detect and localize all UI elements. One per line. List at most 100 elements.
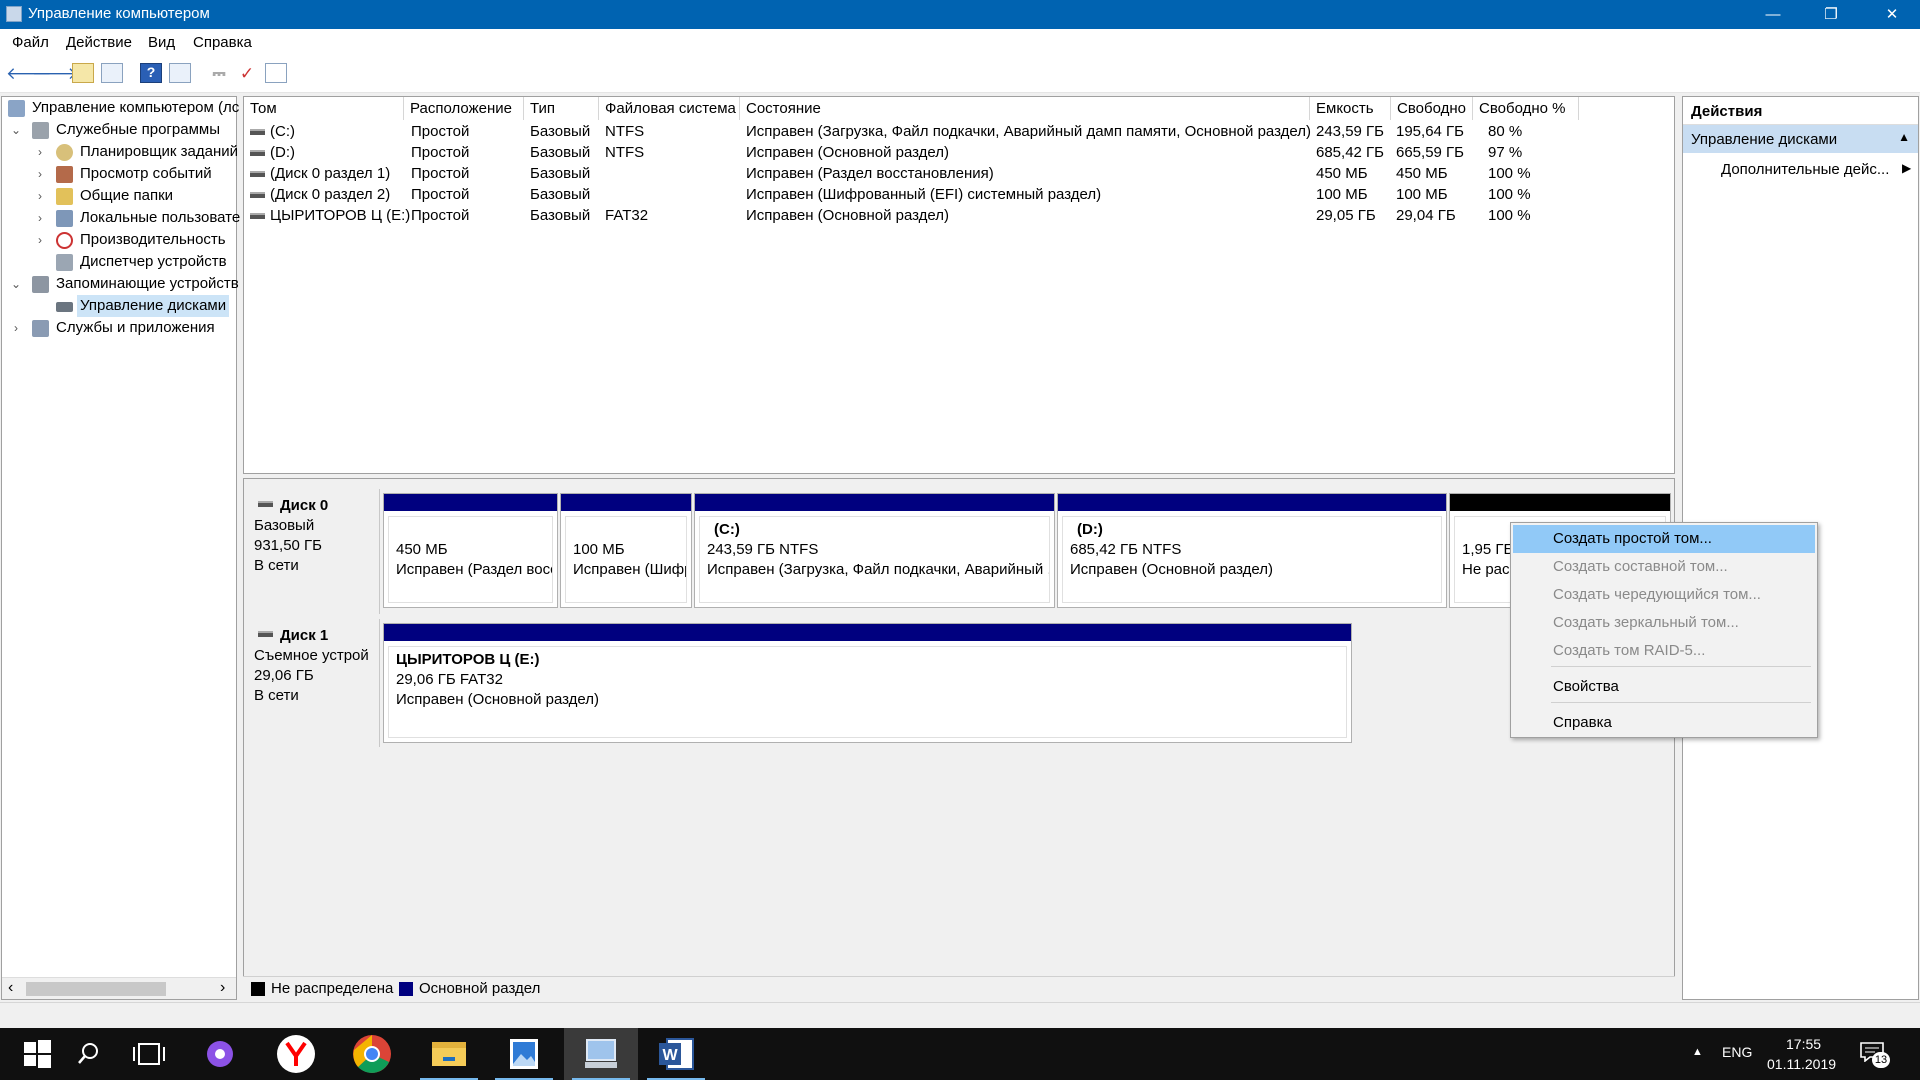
partition-d[interactable]: (D:) 685,42 ГБ NTFS Исправен (Основной р… [1057, 493, 1447, 608]
legend-swatch-unallocated [251, 982, 265, 996]
scroll-thumb[interactable] [26, 982, 166, 996]
photos-icon [510, 1039, 538, 1069]
computer-management-button[interactable] [564, 1028, 638, 1080]
expand-icon[interactable]: › [34, 229, 46, 251]
disk-name: Диск 0 [280, 497, 329, 514]
legend-swatch-primary [399, 982, 413, 996]
storage-icon [32, 276, 49, 293]
file-explorer-button[interactable] [412, 1028, 486, 1080]
partition-bar [1058, 494, 1446, 511]
expand-icon[interactable]: › [34, 185, 46, 207]
disk-1-header[interactable]: Диск 1 Съемное устрой 29,06 ГБ В сети [244, 619, 380, 747]
menu-create-striped-volume[interactable]: Создать чередующийся том... [1513, 581, 1815, 609]
back-arrow-icon[interactable]: 🡐 [6, 63, 52, 85]
menu-help[interactable]: Справка [1513, 709, 1815, 737]
expand-icon[interactable]: ⌄ [10, 119, 22, 141]
context-menu: Создать простой том... Создать составной… [1510, 522, 1818, 738]
disk-graphical-view: Диск 0 Базовый 931,50 ГБ В сети 450 МБ И… [243, 478, 1675, 998]
task-view-button[interactable] [112, 1028, 186, 1080]
status-bar [0, 1002, 1920, 1028]
volume-list: Том Расположение Тип Файловая система Со… [243, 96, 1675, 474]
menu-create-simple-volume[interactable]: Создать простой том... [1513, 525, 1815, 553]
show-hidden-icons[interactable]: ▲ [1692, 1046, 1703, 1058]
disk-size: 29,06 ГБ [254, 667, 314, 684]
expand-icon[interactable]: › [34, 163, 46, 185]
properties-icon[interactable] [169, 63, 191, 83]
alice-button[interactable] [183, 1028, 257, 1080]
title-bar: Управление компьютером — ❐ ✕ [0, 0, 1920, 29]
column-header-layout[interactable]: Расположение [404, 97, 524, 120]
table-row[interactable]: (Диск 0 раздел 2) Простой Базовый Исправ… [244, 186, 1674, 207]
shared-folder-icon [56, 188, 73, 205]
expand-icon[interactable]: › [34, 207, 46, 229]
menu-help[interactable]: Справка [193, 34, 252, 51]
menu-properties[interactable]: Свойства [1513, 673, 1815, 701]
menu-create-spanned-volume[interactable]: Создать составной том... [1513, 553, 1815, 581]
connect-icon[interactable]: ⎓ [208, 63, 230, 85]
scroll-left-icon[interactable]: ‹ [8, 979, 13, 997]
legend-label: Основной раздел [419, 980, 541, 997]
expand-icon[interactable]: › [10, 317, 22, 339]
menu-view[interactable]: Вид [148, 34, 175, 51]
partition-disk0-efi[interactable]: 100 МБ Исправен (Шифр [560, 493, 692, 608]
photos-button[interactable] [487, 1028, 561, 1080]
expand-icon[interactable]: › [34, 141, 46, 163]
menu-file[interactable]: Файл [12, 34, 49, 51]
expand-icon[interactable]: ⌄ [10, 273, 22, 295]
column-header-capacity[interactable]: Емкость [1310, 97, 1391, 120]
disk-status: В сети [254, 687, 299, 704]
column-header-free[interactable]: Свободно [1391, 97, 1473, 120]
disk-name: Диск 1 [280, 627, 329, 644]
partition-disk0-recovery[interactable]: 450 МБ Исправен (Раздел восс [383, 493, 558, 608]
minimize-button[interactable]: — [1745, 0, 1801, 29]
show-tree-icon[interactable] [101, 63, 123, 83]
submenu-arrow-icon: ▶ [1902, 161, 1912, 175]
language-indicator[interactable]: ENG [1722, 1044, 1752, 1060]
table-row[interactable]: (D:) Простой Базовый NTFS Исправен (Осно… [244, 144, 1674, 165]
legend: Не распределена Основной раздел [243, 976, 1675, 1000]
check-icon[interactable]: ✓ [236, 63, 258, 85]
tree-horizontal-scrollbar[interactable]: ‹ › [2, 977, 236, 999]
menu-create-raid5-volume[interactable]: Создать том RAID-5... [1513, 637, 1815, 665]
yandex-browser-button[interactable] [259, 1028, 333, 1080]
table-row[interactable]: (C:) Простой Базовый NTFS Исправен (Загр… [244, 123, 1674, 144]
help-icon[interactable]: ? [140, 63, 162, 83]
menu-action[interactable]: Действие [66, 34, 132, 51]
forward-arrow-icon[interactable]: 🡒 [32, 63, 78, 85]
column-header-type[interactable]: Тип [524, 97, 599, 120]
clock-time[interactable]: 17:55 [1786, 1036, 1821, 1052]
up-folder-icon[interactable] [72, 63, 94, 83]
word-button[interactable]: W [639, 1028, 713, 1080]
actions-header: Действия [1683, 97, 1918, 125]
column-header-filesystem[interactable]: Файловая система [599, 97, 740, 120]
services-icon [32, 320, 49, 337]
actions-section-disk-management[interactable]: Управление дисками ▲ [1683, 125, 1918, 153]
partition-bar [561, 494, 691, 511]
partition-c[interactable]: (C:) 243,59 ГБ NTFS Исправен (Загрузка, … [694, 493, 1055, 608]
restore-button[interactable]: ❐ [1803, 0, 1859, 29]
partition-e[interactable]: ЦЫРИТОРОВ Ц (E:) 29,06 ГБ FAT32 Исправен… [383, 623, 1352, 743]
column-header-status[interactable]: Состояние [740, 97, 1310, 120]
list-icon[interactable] [265, 63, 287, 83]
scroll-right-icon[interactable]: › [220, 979, 225, 997]
table-row[interactable]: (Диск 0 раздел 1) Простой Базовый Исправ… [244, 165, 1674, 186]
table-row[interactable]: ЦЫРИТОРОВ Ц (E:) Простой Базовый FAT32 И… [244, 207, 1674, 228]
column-header-volume[interactable]: Том [244, 97, 404, 120]
chrome-button[interactable] [335, 1028, 409, 1080]
column-header-free-percent[interactable]: Свободно % [1473, 97, 1579, 120]
close-button[interactable]: ✕ [1864, 0, 1920, 29]
start-icon [24, 1040, 51, 1068]
volume-icon [250, 150, 265, 156]
menu-create-mirrored-volume[interactable]: Создать зеркальный том... [1513, 609, 1815, 637]
disk-status: В сети [254, 557, 299, 574]
event-log-icon [56, 166, 73, 183]
disk-type: Съемное устрой [254, 647, 369, 664]
collapse-icon[interactable]: ▲ [1898, 130, 1910, 144]
disk-icon [258, 631, 273, 637]
disk-0-header[interactable]: Диск 0 Базовый 931,50 ГБ В сети [244, 489, 380, 614]
disk-type: Базовый [254, 517, 315, 534]
more-actions-link[interactable]: Дополнительные дейс... [1721, 161, 1889, 178]
clock-date[interactable]: 01.11.2019 [1767, 1056, 1836, 1072]
action-center-button[interactable]: 13 [1860, 1042, 1890, 1068]
volume-icon [250, 192, 265, 198]
